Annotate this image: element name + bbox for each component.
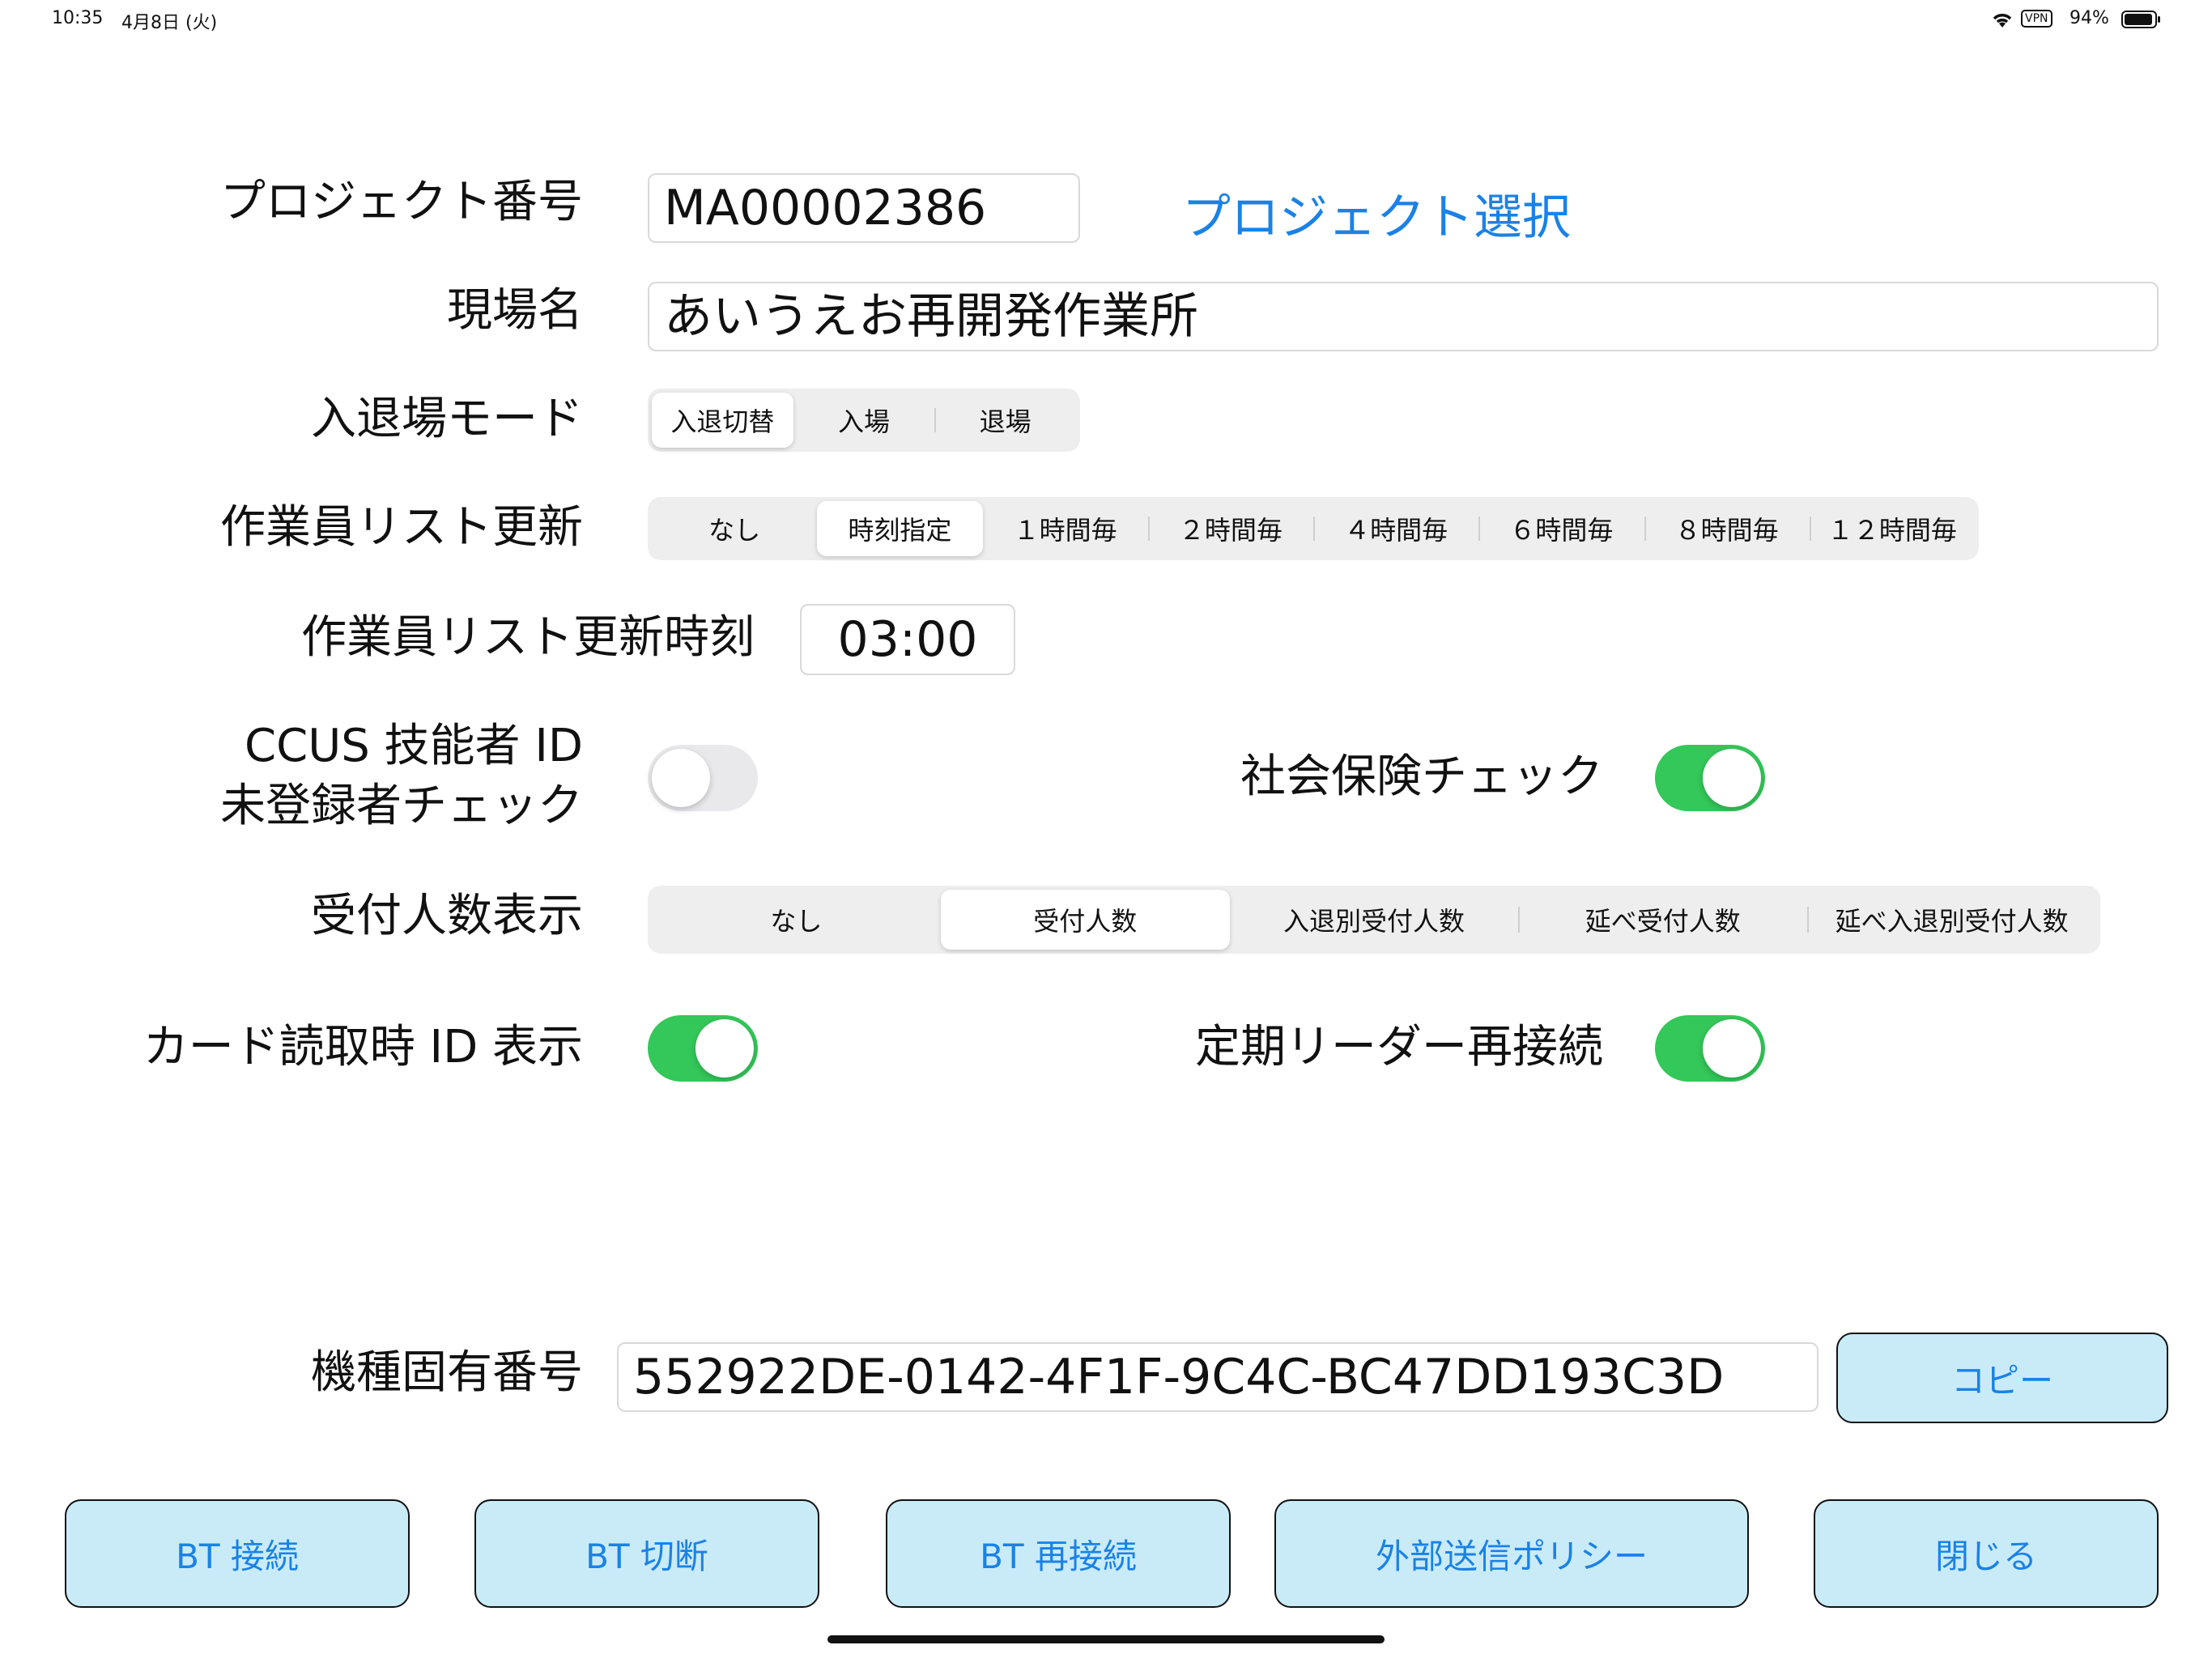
- worker-list-update-segmented-control: なし 時刻指定 １時間毎 ２時間毎 ４時間毎 ６時間毎 ８時間毎 １２時間毎: [648, 497, 1979, 560]
- battery-icon: [2121, 10, 2162, 32]
- reception-count-label: 受付人数表示: [311, 890, 583, 942]
- segment-count-by-entry[interactable]: 入退別受付人数: [1230, 890, 1519, 950]
- device-id-field[interactable]: 552922DE-0142-4F1F-9C4C-BC47DD193C3D: [617, 1342, 1819, 1412]
- segment-entry-toggle[interactable]: 入退切替: [652, 393, 793, 448]
- ccus-check-label-line1: CCUS 技能者 ID: [245, 720, 583, 772]
- segment-entry-in[interactable]: 入場: [793, 393, 935, 448]
- project-number-label: プロジェクト番号: [220, 176, 583, 228]
- insurance-check-label: 社会保険チェック: [1240, 750, 1603, 803]
- status-date: 4月8日 (火): [121, 13, 218, 33]
- bt-connect-button[interactable]: BT 接続: [65, 1499, 410, 1608]
- segment-count-total-by-entry[interactable]: 延べ入退別受付人数: [1807, 890, 2096, 950]
- segment-update-2h[interactable]: ２時間毎: [1147, 501, 1313, 556]
- segment-count-none[interactable]: なし: [652, 890, 941, 950]
- card-id-display-label: カード読取時 ID 表示: [143, 1021, 583, 1073]
- wifi-icon: [1990, 10, 2014, 32]
- bt-reconnect-button[interactable]: BT 再接続: [886, 1499, 1231, 1608]
- toggle-knob: [1703, 749, 1761, 807]
- toggle-knob: [696, 1019, 754, 1078]
- segment-update-12h[interactable]: １２時間毎: [1809, 501, 1975, 556]
- reception-count-segmented-control: なし 受付人数 入退別受付人数 延べ受付人数 延べ入退別受付人数: [648, 886, 2100, 954]
- segment-entry-out[interactable]: 退場: [934, 393, 1076, 448]
- project-number-field[interactable]: MA00002386: [648, 173, 1080, 243]
- copy-button[interactable]: コピー: [1836, 1333, 2168, 1423]
- update-time-field[interactable]: 03:00: [800, 604, 1015, 675]
- reader-reconnect-label: 定期リーダー再接続: [1195, 1021, 1603, 1073]
- external-policy-button[interactable]: 外部送信ポリシー: [1274, 1499, 1749, 1608]
- vpn-badge: VPN: [2021, 10, 2052, 28]
- card-id-display-toggle[interactable]: [648, 1015, 758, 1082]
- entry-mode-segmented-control: 入退切替 入場 退場: [648, 389, 1080, 452]
- worker-list-update-label: 作業員リスト更新: [220, 501, 583, 554]
- battery-percent: 94%: [2069, 8, 2109, 28]
- home-indicator: [827, 1635, 1385, 1643]
- reader-reconnect-toggle[interactable]: [1655, 1015, 1765, 1082]
- entry-mode-label: 入退場モード: [311, 393, 583, 445]
- bt-disconnect-button[interactable]: BT 切断: [474, 1499, 819, 1608]
- status-time: 10:35: [52, 8, 104, 28]
- project-select-link[interactable]: プロジェクト選択: [1182, 178, 1571, 249]
- segment-update-time-specified[interactable]: 時刻指定: [817, 501, 983, 556]
- close-button[interactable]: 閉じる: [1814, 1499, 2159, 1608]
- update-time-label: 作業員リスト更新時刻: [301, 611, 755, 664]
- device-id-label: 機種固有番号: [311, 1346, 583, 1399]
- segment-count-total[interactable]: 延べ受付人数: [1518, 890, 1807, 950]
- ccus-check-label-line2: 未登録者チェック: [220, 780, 583, 832]
- segment-update-1h[interactable]: １時間毎: [983, 501, 1148, 556]
- ccus-check-toggle[interactable]: [648, 745, 758, 811]
- segment-update-4h[interactable]: ４時間毎: [1313, 501, 1478, 556]
- segment-count-reception[interactable]: 受付人数: [940, 890, 1230, 950]
- toggle-knob: [1703, 1019, 1761, 1078]
- toggle-knob: [652, 749, 710, 807]
- insurance-check-toggle[interactable]: [1655, 745, 1765, 811]
- site-name-label: 現場名: [447, 284, 583, 337]
- segment-update-6h[interactable]: ６時間毎: [1478, 501, 1644, 556]
- segment-update-none[interactable]: なし: [652, 501, 817, 556]
- segment-update-8h[interactable]: ８時間毎: [1644, 501, 1810, 556]
- site-name-field[interactable]: あいうえお再開発作業所: [648, 282, 2159, 351]
